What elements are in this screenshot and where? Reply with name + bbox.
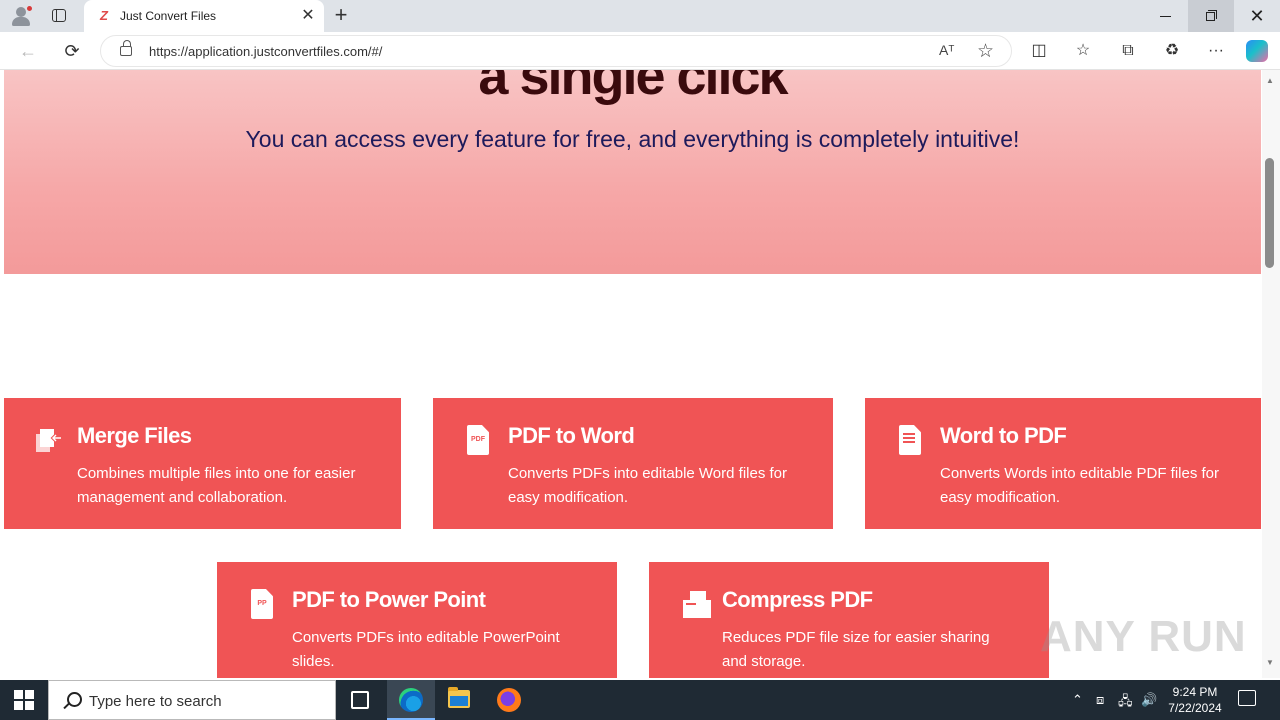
page-viewport: a single click You can access every feat… [0,70,1262,678]
reload-icon[interactable]: ⟳ [61,40,83,62]
taskbar-firefox-button[interactable] [485,680,533,720]
collections-icon[interactable]: ⧉ [1117,40,1139,62]
taskbar-edge-button[interactable] [387,680,435,720]
feature-description: Converts Words into editable PDF files f… [940,465,1220,506]
anyrun-watermark: ANY RUN [1040,612,1247,661]
hero-title: a single click [478,70,788,106]
feature-card-pdf-to-word[interactable]: PDF PDF to Word Converts PDFs into edita… [433,398,833,529]
hero-subtitle: You can access every feature for free, a… [245,126,1020,152]
page-scrollbar[interactable]: ▲ ▼ [1262,70,1280,678]
feature-card-pdf-to-powerpoint[interactable]: PP PDF to Power Point Converts PDFs into… [217,562,617,678]
clock-time: 9:24 PM [1172,685,1218,699]
firefox-icon [497,688,521,712]
feature-description: Reduces PDF file size for easier sharing… [722,629,990,670]
new-tab-button[interactable]: + [330,4,352,26]
tab-actions-icon[interactable] [50,7,68,25]
feature-description: Combines multiple files into one for eas… [77,465,356,506]
browser-tab[interactable]: Z Just Convert Files ✕ [84,0,324,32]
browser-essentials-icon[interactable]: ♻ [1161,40,1183,62]
feature-card-compress-pdf[interactable]: Compress PDF Reduces PDF file size for e… [649,562,1049,678]
tab-title: Just Convert Files [120,9,217,23]
feature-description: Converts PDFs into editable Word files f… [508,465,788,506]
lock-icon[interactable] [120,40,132,56]
scroll-up-arrow-icon[interactable]: ▲ [1266,76,1274,85]
feature-title: Word to PDF [940,423,1067,448]
minimize-button[interactable] [1142,0,1188,32]
profile-avatar-icon[interactable] [10,5,33,27]
feature-title: PDF to Power Point [292,587,486,612]
task-view-icon [351,691,369,709]
scroll-down-arrow-icon[interactable]: ▼ [1266,658,1274,667]
taskbar-search-box[interactable]: Type here to search [48,680,336,720]
hero-banner: a single click You can access every feat… [4,70,1261,274]
tray-device-icon[interactable]: ⧈ [1096,692,1104,708]
scrollbar-thumb[interactable] [1265,158,1274,268]
copilot-icon[interactable] [1246,40,1268,62]
address-bar[interactable]: https://application.justconvertfiles.com… [100,35,1012,67]
more-menu-icon[interactable]: ··· [1205,40,1227,62]
powerpoint-icon: PP [247,589,275,621]
favorite-star-icon[interactable]: ☆ [977,40,994,63]
search-icon [61,691,82,711]
feature-title: Compress PDF [722,587,873,612]
edge-browser-icon [399,688,423,712]
search-placeholder: Type here to search [89,693,222,710]
pdf-icon: PDF [463,425,491,457]
favorites-icon[interactable]: ☆ [1072,40,1094,62]
word-doc-icon [895,425,923,457]
notification-center-icon[interactable] [1238,690,1256,706]
clock-date: 7/22/2024 [1168,701,1222,715]
feature-card-merge-files[interactable]: Merge Files Combines multiple files into… [4,398,401,529]
tray-overflow-chevron-icon[interactable]: ⌃ [1072,692,1083,708]
feature-title: Merge Files [77,423,192,448]
feature-description: Converts PDFs into editable PowerPoint s… [292,629,560,670]
tab-close-icon[interactable]: ✕ [298,6,318,26]
windows-start-icon[interactable] [14,690,34,710]
browser-toolbar: ← ⟳ https://application.justconvertfiles… [0,32,1280,70]
restore-button[interactable] [1188,0,1234,32]
browser-tab-strip: Z Just Convert Files ✕ + ✕ [0,0,1280,32]
split-screen-icon[interactable]: ◫ [1028,40,1050,62]
feature-title: PDF to Word [508,423,635,448]
windows-taskbar: Type here to search ⌃ ⧈ 🖧 🔊 9:24 PM 7/22… [0,680,1280,720]
url-text[interactable]: https://application.justconvertfiles.com… [149,44,382,59]
file-explorer-icon [448,687,470,708]
read-aloud-icon[interactable]: Aᵀ [939,42,954,58]
taskbar-file-explorer-button[interactable] [435,680,483,720]
volume-icon[interactable]: 🔊 [1141,692,1157,708]
network-icon[interactable]: 🖧 [1118,692,1133,714]
compress-icon [683,591,711,618]
window-close-button[interactable]: ✕ [1234,0,1280,32]
site-favicon-icon: Z [100,8,108,23]
taskbar-clock[interactable]: 9:24 PM 7/22/2024 [1162,684,1228,716]
feature-card-word-to-pdf[interactable]: Word to PDF Converts Words into editable… [865,398,1261,529]
back-arrow-icon[interactable]: ← [17,40,39,62]
merge-files-icon [36,429,61,452]
task-view-button[interactable] [336,680,384,720]
